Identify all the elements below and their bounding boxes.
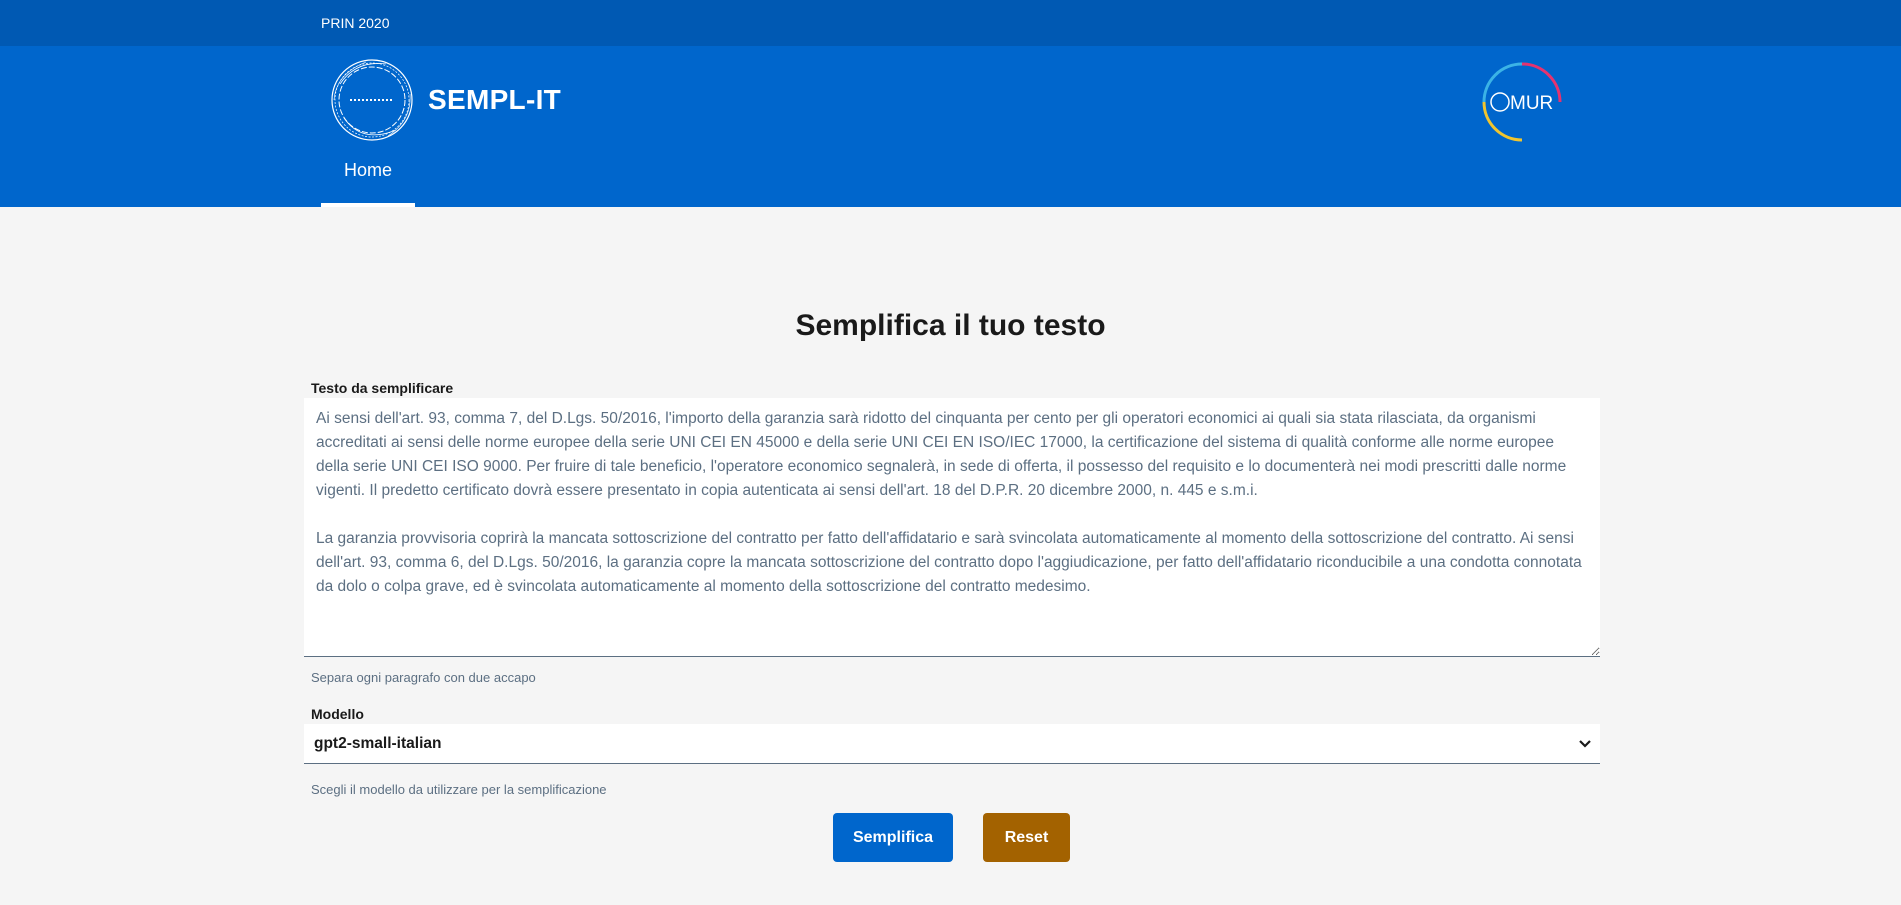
text-field-help: Separa ogni paragrafo con due accapo [311,670,536,685]
brand[interactable]: SEMPL-IT [326,54,561,146]
model-select[interactable]: gpt2-small-italian [304,724,1600,764]
text-to-simplify-textarea[interactable]: Ai sensi dell'art. 93, comma 7, del D.Lg… [304,398,1600,657]
model-select-value: gpt2-small-italian [314,734,442,752]
page-title: Semplifica il tuo testo [795,309,1106,342]
mur-logo-icon: MUR [1482,62,1562,142]
main-nav: Home [0,145,1901,207]
chevron-down-icon [1579,740,1591,748]
reset-button[interactable]: Reset [983,813,1070,862]
mur-logo[interactable]: MUR [1478,58,1566,146]
brand-name: SEMPL-IT [428,84,562,115]
model-field-label: Modello [311,706,364,722]
nav-item-home[interactable]: Home [321,145,415,207]
main-content: Semplifica il tuo testo Testo da semplif… [0,207,1901,905]
mur-logo-text: MUR [1510,93,1553,114]
slim-header: PRIN 2020 [0,0,1901,46]
text-field-label: Testo da semplificare [311,380,454,396]
sempl-it-circular-logo-icon [331,59,413,141]
center-header: SEMPL-IT MUR [0,46,1901,145]
simplify-button[interactable]: Semplifica [833,813,953,862]
slim-header-label[interactable]: PRIN 2020 [321,15,389,31]
model-field-help: Scegli il modello da utilizzare per la s… [311,782,607,797]
